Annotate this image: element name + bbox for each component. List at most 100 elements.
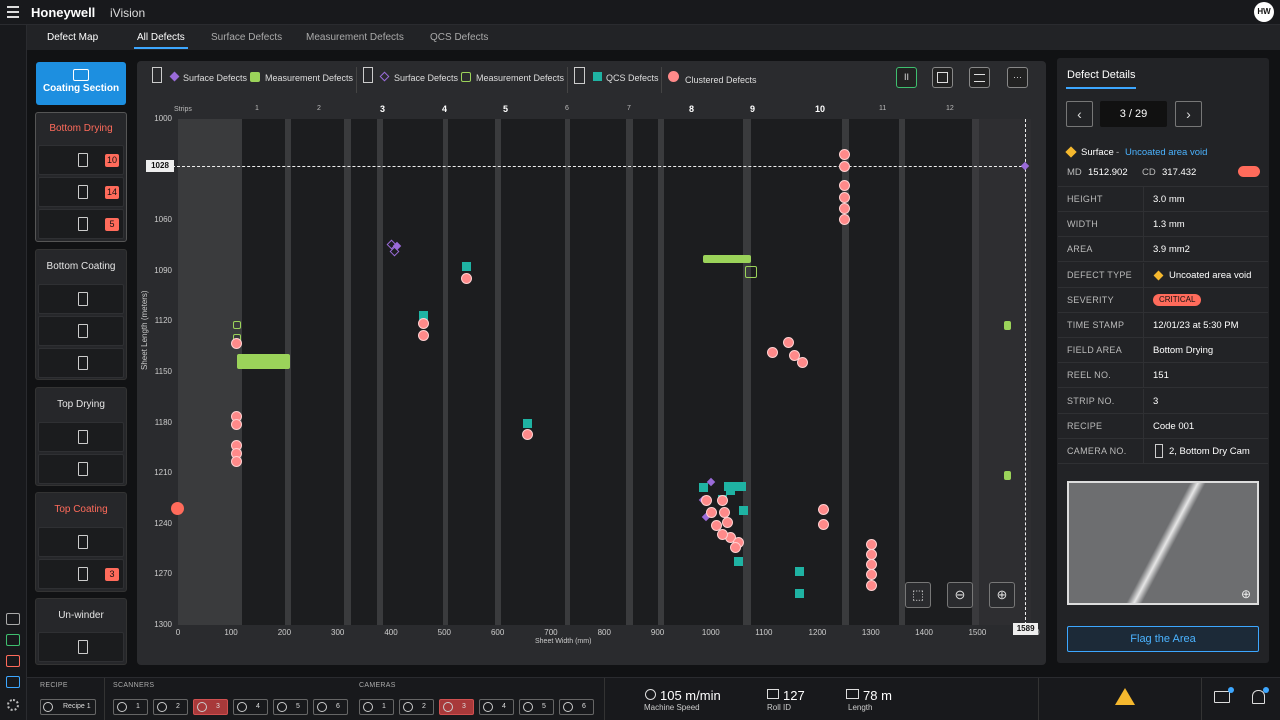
row-divider — [1143, 287, 1144, 313]
group-top-drying[interactable]: Top Drying — [35, 387, 127, 486]
x-tick-label: 1500 — [968, 628, 987, 637]
camera-button[interactable]: 3 — [439, 699, 474, 715]
report-icon[interactable] — [6, 613, 20, 625]
camera-button[interactable]: 1 — [359, 699, 394, 715]
group-title: Bottom Coating — [46, 261, 116, 272]
avatar[interactable]: HW — [1254, 2, 1274, 22]
tab-all-defects[interactable]: All Defects — [137, 32, 185, 43]
prev-defect-button[interactable]: ‹ — [1066, 101, 1093, 127]
group-title: Top Coating — [54, 504, 108, 515]
camera-button[interactable]: 5 — [519, 699, 554, 715]
row-divider — [1143, 187, 1144, 212]
legend-surface-defects[interactable]: Surface Defects — [183, 73, 247, 83]
detail-key: HEIGHT — [1067, 194, 1103, 204]
group-title: Bottom Drying — [49, 123, 113, 134]
zoom-in-icon: ⊕ — [996, 587, 1008, 602]
camera-icon — [78, 324, 88, 338]
row-divider — [1143, 388, 1144, 414]
tab-measurement-defects[interactable]: Measurement Defects — [306, 32, 404, 43]
tab-qcs-defects[interactable]: QCS Defects — [430, 32, 488, 43]
unit-number: 4 — [502, 703, 506, 710]
sensor-cell[interactable]: 5 — [38, 209, 124, 239]
legend-surface-defects-2[interactable]: Surface Defects — [394, 73, 458, 83]
row-divider — [1143, 313, 1144, 338]
detail-row: HEIGHT 3.0 mm — [1058, 187, 1268, 212]
legend-measurement-defects[interactable]: Measurement Defects — [265, 73, 353, 83]
filter-button[interactable] — [969, 67, 990, 88]
camera-error-icon[interactable] — [6, 655, 20, 667]
detail-key: STRIP NO. — [1067, 395, 1115, 406]
fit-icon: ⬚ — [911, 587, 925, 602]
legend-measurement-defects-2[interactable]: Measurement Defects — [476, 73, 564, 83]
sensor-cell[interactable] — [38, 632, 124, 662]
defect-count-badge: 3 — [105, 568, 119, 581]
monitor-icon[interactable] — [1214, 691, 1230, 703]
sensor-cell[interactable] — [38, 316, 124, 346]
next-defect-button[interactable]: › — [1175, 101, 1202, 127]
magnify-icon[interactable]: ⊕ — [1241, 587, 1251, 601]
group-top-coating[interactable]: Top Coating 3 — [35, 492, 127, 592]
menu-icon[interactable] — [7, 6, 19, 18]
status-icon — [117, 702, 127, 712]
sensor-cell[interactable] — [38, 284, 124, 314]
scanner-button[interactable]: 4 — [233, 699, 268, 715]
y-tick-label: 1210 — [154, 468, 172, 478]
detail-key: REEL NO. — [1067, 370, 1112, 381]
strip-band — [625, 119, 634, 625]
sensor-cell[interactable] — [38, 527, 124, 557]
unit-number: 4 — [256, 703, 260, 710]
y-tick-label: 1240 — [154, 518, 172, 528]
defect-plot-area[interactable] — [178, 119, 1031, 625]
scanner-button[interactable]: 6 — [313, 699, 348, 715]
zoom-out-button[interactable]: ⊖ — [947, 582, 973, 608]
sensor-cell[interactable]: 10 — [38, 145, 124, 175]
more-options-button[interactable]: ··· — [1007, 67, 1028, 88]
camera-button[interactable]: 6 — [559, 699, 594, 715]
y-axis-label: Sheet Length (meters) — [140, 290, 149, 370]
group-bottom-coating[interactable]: Bottom Coating — [35, 249, 127, 380]
warning-icon[interactable] — [1115, 688, 1135, 705]
status-icon — [157, 702, 167, 712]
x-tick-label: 1100 — [755, 628, 773, 637]
defect-camera-image[interactable]: ⊕ — [1067, 481, 1259, 605]
strip-band — [344, 119, 351, 625]
gear-icon[interactable] — [7, 699, 19, 711]
zoom-in-button[interactable]: ⊕ — [989, 582, 1015, 608]
group-unwinder[interactable]: Un-winder — [35, 598, 127, 665]
legend-qcs-defects[interactable]: QCS Defects — [606, 73, 659, 83]
camera-button[interactable]: 2 — [399, 699, 434, 715]
x-tick-label: 100 — [224, 628, 238, 637]
scanner-button[interactable]: 5 — [273, 699, 308, 715]
row-divider — [1143, 338, 1144, 364]
sensor-cell[interactable]: 3 — [38, 559, 124, 589]
sensor-cell[interactable] — [38, 348, 124, 378]
flag-area-button[interactable]: Flag the Area — [1067, 626, 1259, 652]
sensor-cell[interactable]: 14 — [38, 177, 124, 207]
strip-number: 10 — [815, 104, 826, 114]
legend-clustered-defects[interactable]: Clustered Defects — [685, 75, 757, 85]
x-tick-label: 0 — [175, 628, 181, 637]
camera-ok-icon[interactable] — [6, 634, 20, 646]
grid-view-button[interactable] — [932, 67, 953, 88]
detail-key: FIELD AREA — [1067, 345, 1123, 356]
zoom-fit-button[interactable]: ⬚ — [905, 582, 931, 608]
group-bottom-drying[interactable]: Bottom Drying 10 14 5 — [35, 112, 127, 242]
tab-surface-defects[interactable]: Surface Defects — [211, 32, 282, 43]
tab-defect-map[interactable]: Defect Map — [47, 32, 98, 43]
scanner-button[interactable]: 1 — [113, 699, 148, 715]
camera-info-icon[interactable] — [6, 676, 20, 688]
unit-number: 1 — [136, 703, 140, 710]
detail-row: WIDTH 1.3 mm — [1058, 212, 1268, 238]
scanner-button[interactable]: 2 — [153, 699, 188, 715]
coating-section-button[interactable]: Coating Section — [36, 62, 126, 105]
defect-type-link[interactable]: Uncoated area void — [1125, 147, 1207, 158]
sensor-cell[interactable] — [38, 422, 124, 452]
x-tick-label: 200 — [277, 628, 292, 637]
divider — [104, 678, 105, 720]
strip-number: 1 — [255, 105, 259, 112]
pause-button[interactable]: II — [896, 67, 917, 88]
unit-number: 5 — [542, 703, 546, 710]
sensor-cell[interactable] — [38, 454, 124, 484]
scanner-button[interactable]: 3 — [193, 699, 228, 715]
camera-button[interactable]: 4 — [479, 699, 514, 715]
